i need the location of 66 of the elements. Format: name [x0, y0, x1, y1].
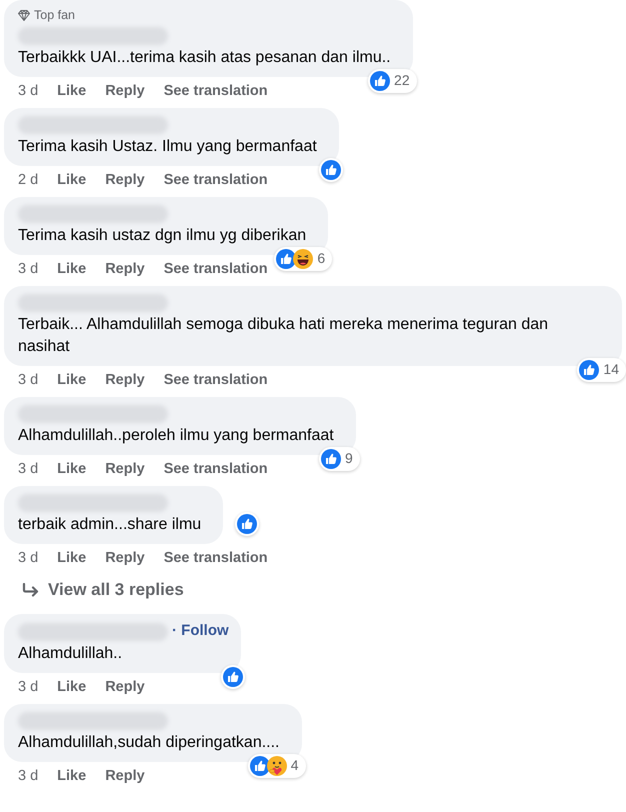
comment-time[interactable]: 3 d: [18, 260, 38, 279]
view-replies-link[interactable]: View all 3 replies: [48, 576, 184, 602]
reaction-summary[interactable]: [235, 512, 260, 536]
like-link[interactable]: Like: [57, 678, 86, 697]
reply-link[interactable]: Reply: [105, 678, 145, 697]
like-link[interactable]: Like: [57, 82, 86, 101]
comment-text: Terbaikkk UAI...terima kasih atas pesanan dan ilmu..: [18, 48, 392, 68]
reply-link[interactable]: Reply: [105, 260, 145, 279]
reaction-summary[interactable]: [220, 664, 245, 689]
reaction-count: 6: [316, 249, 326, 268]
like-reaction-icon: [370, 70, 390, 91]
like-link[interactable]: Like: [57, 170, 86, 190]
like-reaction-icon: [250, 756, 270, 776]
comment-time[interactable]: 3 d: [18, 678, 38, 697]
reply-link[interactable]: Reply: [105, 370, 145, 390]
like-reaction-icon: [320, 448, 341, 469]
like-link[interactable]: Like: [57, 548, 86, 568]
reply-arrow-icon: [22, 582, 40, 596]
reaction-summary[interactable]: [318, 158, 343, 182]
like-reaction-icon: [579, 360, 600, 380]
like-link[interactable]: Like: [57, 766, 86, 786]
reaction-count: 22: [393, 71, 411, 90]
reaction-summary[interactable]: 14: [577, 358, 626, 382]
like-link[interactable]: Like: [57, 260, 86, 279]
reaction-summary[interactable]: 22: [368, 68, 417, 93]
reply-link[interactable]: Reply: [105, 766, 145, 786]
like-reaction-icon: [276, 248, 296, 269]
comment-time[interactable]: 3 d: [18, 766, 38, 786]
reaction-summary[interactable]: 6: [274, 246, 332, 271]
comment-text: Alhamdulillah,sudah diperingatkan....: [18, 732, 280, 753]
laughing-face-icon: [293, 248, 314, 269]
comment-time[interactable]: 3 d: [18, 82, 38, 101]
like-link[interactable]: Like: [57, 460, 86, 479]
reply-link[interactable]: Reply: [105, 170, 145, 190]
comment-text: terbaik admin...share ilmu: [18, 514, 202, 535]
reaction-summary[interactable]: 4: [248, 754, 306, 778]
follow-link[interactable]: · Follow: [172, 620, 229, 643]
diamond-icon: [18, 10, 30, 21]
reply-link[interactable]: Reply: [105, 548, 145, 568]
comment-time[interactable]: 3 d: [18, 370, 38, 390]
reaction-count: 14: [602, 360, 620, 380]
like-link[interactable]: Like: [57, 370, 86, 390]
reaction-count: 4: [290, 756, 300, 776]
translation-link[interactable]: See translation: [164, 370, 268, 390]
comment-text: Terima kasih ustaz dgn ilmu yg diberikan: [18, 226, 308, 246]
translation-link[interactable]: See translation: [164, 260, 268, 279]
reaction-summary[interactable]: 9: [318, 446, 360, 471]
comment-text: Alhamdulillah..: [18, 644, 124, 664]
comment-text: Terima kasih Ustaz. Ilmu yang bermanfaat: [18, 136, 318, 157]
comment-time[interactable]: 3 d: [18, 460, 38, 479]
translation-link[interactable]: See translation: [164, 460, 268, 479]
comment-text: Alhamdulillah..peroleh ilmu yang bermanfaat: [18, 426, 335, 446]
badge-label: Top fan: [34, 7, 76, 24]
comment-time[interactable]: 3 d: [18, 548, 38, 568]
reaction-count: 9: [344, 449, 354, 468]
like-reaction-icon: [222, 666, 243, 687]
reply-link[interactable]: Reply: [105, 82, 145, 101]
translation-link[interactable]: See translation: [164, 82, 268, 101]
translation-link[interactable]: See translation: [164, 548, 268, 568]
reply-link[interactable]: Reply: [105, 460, 145, 479]
hugging-face-icon: [266, 756, 287, 776]
translation-link[interactable]: See translation: [164, 170, 268, 190]
like-reaction-icon: [320, 160, 341, 180]
comment-text: Terbaik... Alhamdulillah semoga dibuka hati mereka menerima teguran dan nasihat: [18, 314, 550, 357]
like-reaction-icon: [237, 514, 258, 534]
comment-time[interactable]: 2 d: [18, 170, 38, 190]
